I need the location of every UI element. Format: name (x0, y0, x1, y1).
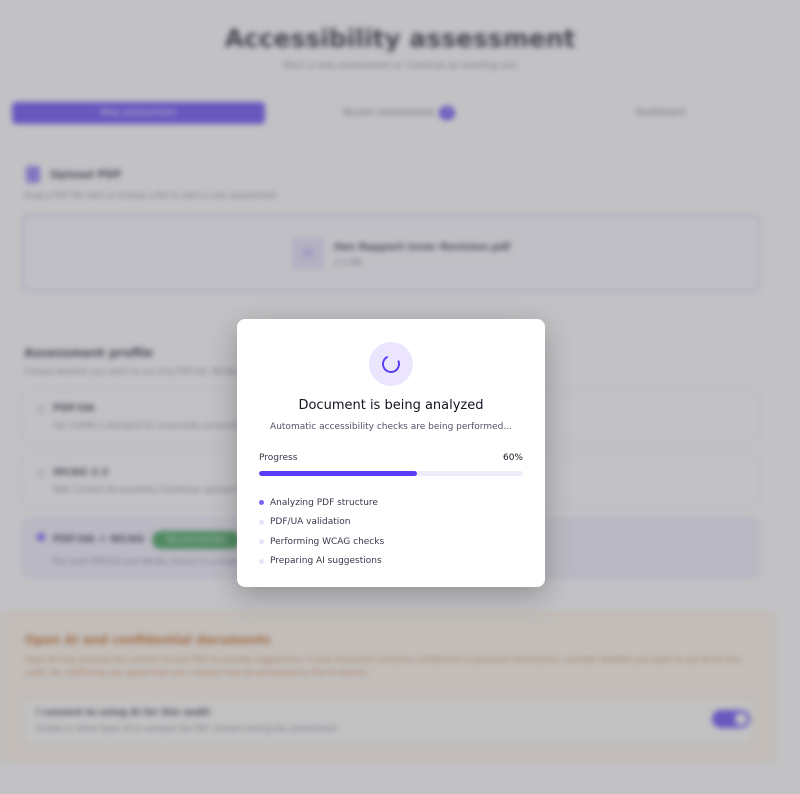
step-item: Performing WCAG checks (259, 532, 384, 552)
progress-value: 60% (502, 453, 523, 463)
step-list: Analyzing PDF structure PDF/UA validatio… (259, 493, 384, 571)
step-status-dot (259, 539, 264, 545)
analysis-progress-dialog: Document is being analyzed Automatic acc… (237, 319, 545, 587)
step-label: Performing WCAG checks (270, 536, 385, 547)
step-item: Preparing AI suggestions (259, 552, 384, 572)
progress-label: Progress (259, 453, 298, 463)
step-status-dot (259, 500, 264, 506)
spinner-container (369, 342, 413, 386)
step-item: PDF/UA validation (259, 513, 384, 533)
step-label: Analyzing PDF structure (270, 497, 378, 508)
progress-fill (259, 471, 418, 476)
step-status-dot (259, 519, 264, 525)
step-status-dot (259, 558, 264, 564)
loading-spinner-icon (379, 352, 403, 376)
dialog-subtitle: Automatic accessibility checks are being… (270, 422, 512, 432)
dialog-title: Document is being analyzed (298, 398, 484, 413)
progress-bar (259, 471, 523, 476)
step-label: Preparing AI suggestions (270, 556, 382, 567)
step-label: PDF/UA validation (270, 517, 351, 528)
step-item: Analyzing PDF structure (259, 493, 384, 513)
